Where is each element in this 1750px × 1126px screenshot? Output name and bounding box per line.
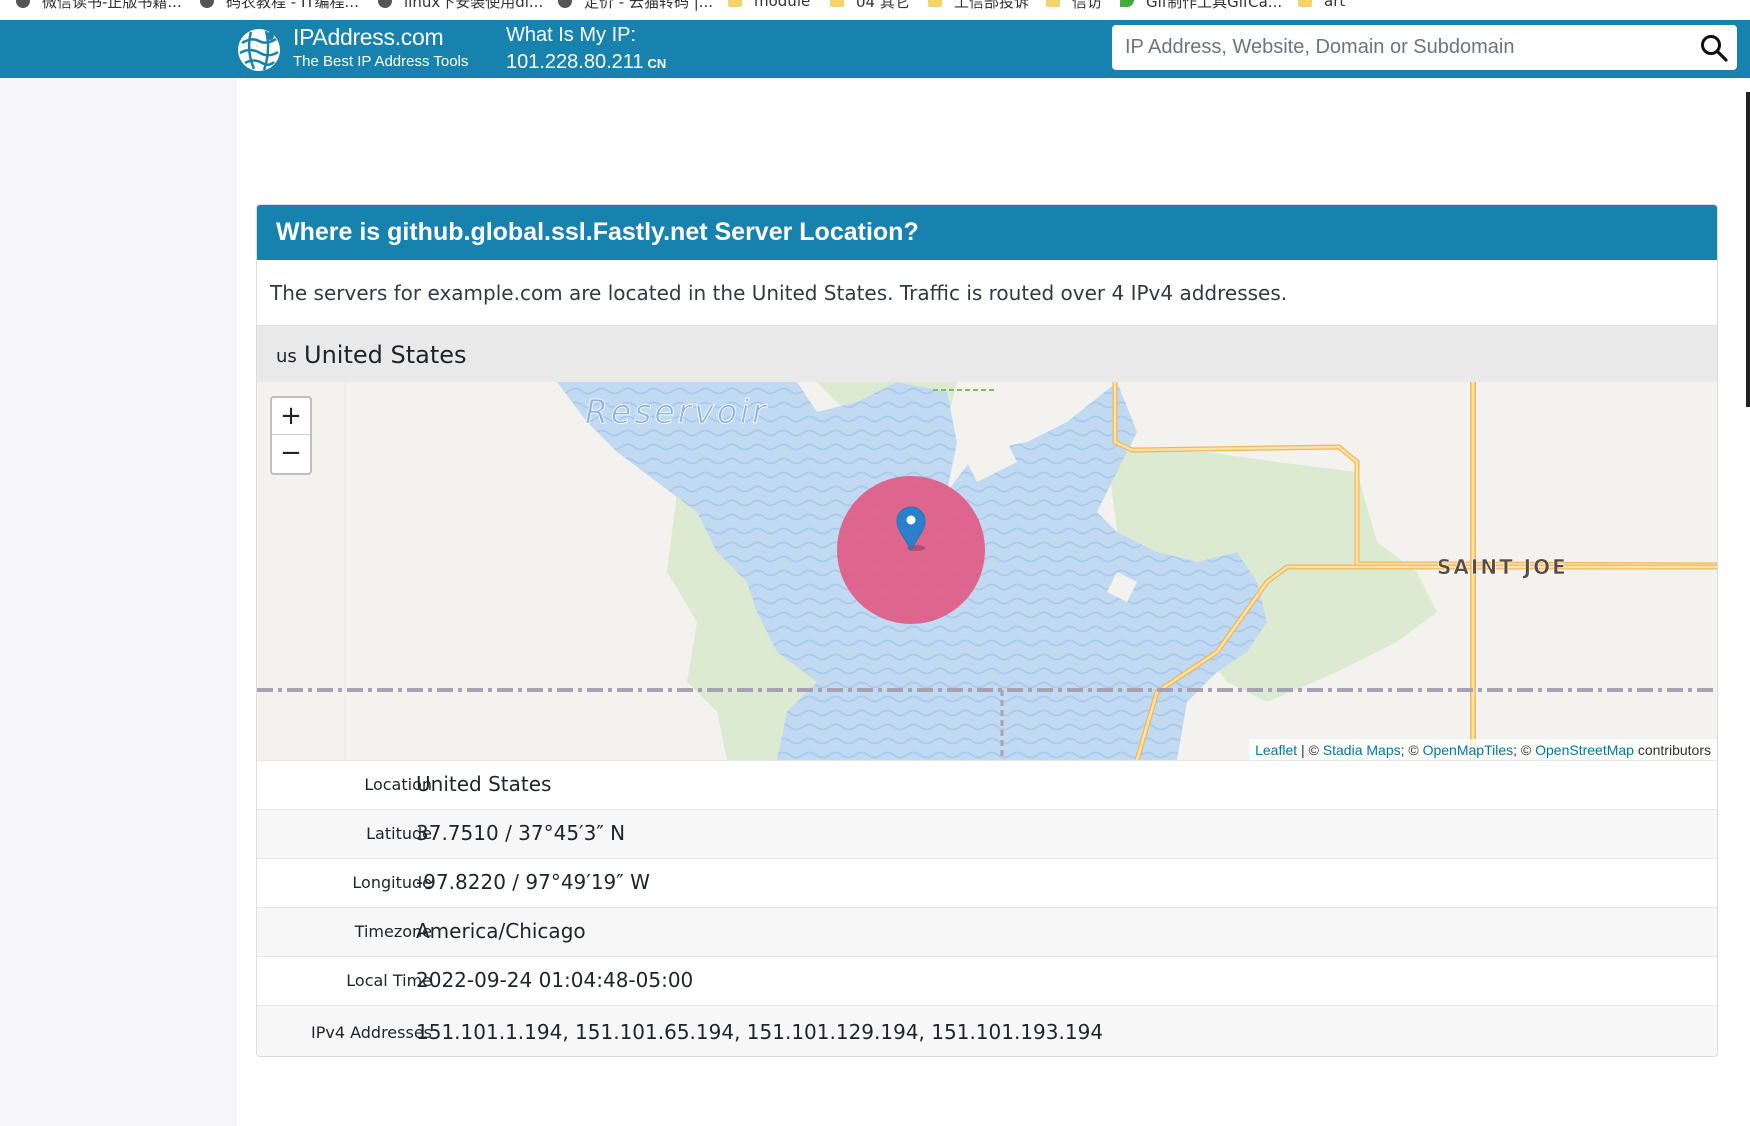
zoom-in-button[interactable]: + — [272, 398, 310, 435]
brand-tagline: The Best IP Address Tools — [293, 53, 469, 70]
leaf-icon — [1120, 0, 1134, 7]
card-intro-text: The servers for example.com are located … — [270, 281, 1288, 305]
country-flag-code: us — [276, 346, 297, 367]
bookmark-0[interactable]: 微信读书-正版书籍... — [16, 0, 182, 11]
folder-icon — [728, 0, 742, 7]
table-row-ipv4: IPv4 Addresses 151.101.1.194, 151.101.65… — [257, 1005, 1717, 1056]
details-table: Location United States Latitude 37.7510 … — [257, 760, 1717, 1056]
my-ip-value[interactable]: 101.228.80.211 CN — [506, 51, 666, 74]
folder-icon — [1298, 0, 1312, 7]
server-location-card: Where is github.global.ssl.Fastly.net Se… — [256, 204, 1718, 1057]
bookmark-5[interactable]: 04 其它 — [830, 0, 910, 11]
left-gutter — [0, 78, 237, 1126]
zoom-out-button[interactable]: − — [272, 435, 310, 472]
location-map[interactable]: Reservoir SAINT JOE + − Leaflet | © Stad… — [257, 382, 1717, 760]
table-row-longitude: Longitude -97.8220 / 97°49′19″ W — [257, 858, 1717, 907]
globe-icon — [558, 0, 572, 8]
leaflet-link[interactable]: Leaflet — [1255, 742, 1297, 758]
map-tiles: Reservoir SAINT JOE — [257, 382, 1717, 760]
openstreetmap-link[interactable]: OpenStreetMap — [1535, 742, 1634, 758]
map-attribution: Leaflet | © Stadia Maps; © OpenMapTiles;… — [1249, 739, 1717, 760]
bookmark-7[interactable]: 信访 — [1046, 0, 1102, 11]
bookmark-3[interactable]: 定价 - 云猫转码 |... — [558, 0, 713, 11]
row-value: United States — [416, 772, 552, 796]
card-title: Where is github.global.ssl.Fastly.net Se… — [276, 218, 919, 246]
my-ip-label: What Is My IP: — [506, 24, 637, 46]
row-value: 37.7510 / 37°45′3″ N — [416, 821, 626, 845]
brand-name[interactable]: IPAddress.com — [293, 24, 444, 51]
search-icon[interactable] — [1699, 33, 1729, 63]
search-input[interactable] — [1112, 25, 1672, 70]
bookmark-2[interactable]: linux下安装使用di... — [378, 0, 543, 11]
map-label-reservoir: Reservoir — [585, 392, 769, 431]
folder-icon — [830, 0, 844, 7]
table-row-local-time: Local Time 2022-09-24 01:04:48-05:00 — [257, 956, 1717, 1005]
country-bar: us United States — [257, 325, 1717, 382]
map-label-town: SAINT JOE — [1437, 555, 1568, 579]
scrollbar-edge[interactable] — [1746, 92, 1750, 407]
search-box — [1112, 25, 1737, 70]
openmaptiles-link[interactable]: OpenMapTiles — [1423, 742, 1514, 758]
row-label: IPv4 Addresses — [311, 1023, 432, 1042]
country-name: United States — [304, 341, 467, 369]
folder-icon — [1046, 0, 1060, 7]
bookmark-4[interactable]: module — [728, 0, 810, 11]
site-header: IPAddress.com The Best IP Address Tools … — [0, 20, 1750, 78]
bookmarks-bar: 微信读书-正版书籍... 码农教程 - IT编程... linux下安装使用di… — [0, 0, 1750, 20]
folder-icon — [928, 0, 942, 7]
globe-icon — [378, 0, 392, 8]
stadia-maps-link[interactable]: Stadia Maps — [1323, 742, 1401, 758]
row-value: -97.8220 / 97°49′19″ W — [416, 870, 650, 894]
globe-logo-icon[interactable] — [236, 27, 282, 73]
bookmark-1[interactable]: 码农教程 - IT编程... — [200, 0, 359, 11]
row-value: 151.101.1.194, 151.101.65.194, 151.101.1… — [416, 1020, 1104, 1044]
row-value: America/Chicago — [416, 919, 586, 943]
table-row-timezone: Timezone America/Chicago — [257, 907, 1717, 956]
globe-icon — [16, 0, 30, 8]
zoom-control: + − — [270, 396, 312, 475]
bookmark-6[interactable]: 工信部投诉 — [928, 0, 1029, 11]
my-ip-country: CN — [647, 56, 667, 71]
table-row-location: Location United States — [257, 760, 1717, 809]
bookmark-9[interactable]: art — [1298, 0, 1345, 11]
table-row-latitude: Latitude 37.7510 / 37°45′3″ N — [257, 809, 1717, 858]
globe-icon — [200, 0, 214, 8]
card-header: Where is github.global.ssl.Fastly.net Se… — [257, 205, 1717, 260]
row-value: 2022-09-24 01:04:48-05:00 — [416, 968, 694, 992]
my-ip-address: 101.228.80.211 — [506, 51, 644, 73]
bookmark-8[interactable]: Gif制作工具GifCa... — [1120, 0, 1282, 11]
